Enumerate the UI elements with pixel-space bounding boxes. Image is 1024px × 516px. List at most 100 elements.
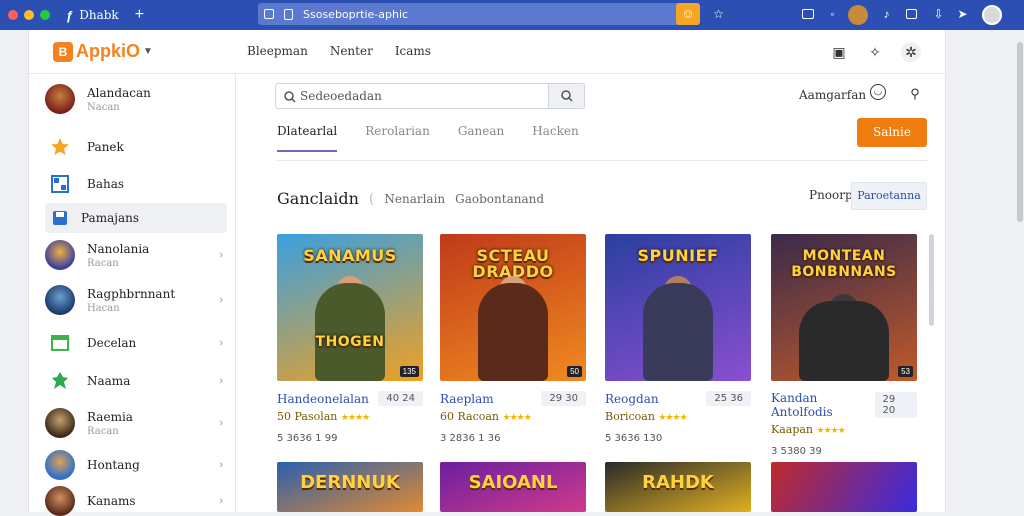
url-text[interactable]: Ssoseboprtie-aphic xyxy=(303,8,408,21)
tab-1[interactable]: Dlatearlal xyxy=(277,124,338,152)
sidebar-item-9[interactable]: Raemia Racan › xyxy=(45,408,227,438)
user-icon[interactable]: ⚲ xyxy=(905,84,925,104)
star-icon xyxy=(49,136,71,158)
sidebar-item-1[interactable]: Alandacan Nacan xyxy=(45,84,227,114)
game-card[interactable]: SCTEAU DRADDO 50 Raeplam 29 30 60 Racoan … xyxy=(440,234,586,444)
sidebar-item-3[interactable]: Bahas xyxy=(45,169,227,199)
sidebar-item-6[interactable]: Ragphbrnnant Hacan › xyxy=(45,285,227,315)
game-meta-text: Boricoan xyxy=(605,410,655,423)
game-card[interactable]: DERNNUK xyxy=(277,462,423,512)
character-figure xyxy=(478,283,548,381)
game-art[interactable]: SCTEAU DRADDO 50 xyxy=(440,234,586,381)
sort-label[interactable]: Pnoorp xyxy=(809,188,853,202)
settings-icon[interactable]: ✲ xyxy=(901,42,921,62)
send-icon[interactable]: ➤ xyxy=(956,8,969,21)
sidebar-item-label: Raemia xyxy=(87,409,133,424)
game-card[interactable] xyxy=(771,462,917,512)
sidebar-item-label: Ragphbrnnant xyxy=(87,286,176,301)
chevron-right-icon[interactable]: › xyxy=(219,417,223,429)
nav-item-1[interactable]: Bleepman xyxy=(247,44,308,58)
separator: ( xyxy=(368,190,375,207)
search-input[interactable]: Sedeoedadan xyxy=(275,83,585,109)
app-header: B AppkiO ▼ Bleepman Nenter Icams ▣ ✧ ✲ xyxy=(29,30,947,74)
page-scrollbar[interactable] xyxy=(1016,30,1024,512)
tab-2[interactable]: Rerolarian xyxy=(365,124,430,152)
sidebar-item-label: Decelan xyxy=(87,336,137,350)
tab-4[interactable]: Hacken xyxy=(532,124,578,152)
minimize-window-button[interactable] xyxy=(24,10,34,20)
screen-icon[interactable] xyxy=(802,9,814,19)
scrollbar-thumb[interactable] xyxy=(1017,42,1023,222)
sidebar-item-2[interactable]: Panek xyxy=(45,132,227,162)
chevron-down-icon[interactable]: ▼ xyxy=(143,46,153,57)
extension-avatar[interactable] xyxy=(848,5,868,25)
game-card[interactable]: RAHDK xyxy=(605,462,751,512)
sidebar-item-4[interactable]: Pamajans xyxy=(45,203,227,233)
search-button[interactable] xyxy=(548,84,584,108)
section-filter-1[interactable]: Nenarlain xyxy=(384,192,445,206)
avatar xyxy=(45,285,75,315)
section-filter-2[interactable]: Gaobontanand xyxy=(455,192,544,206)
sidebar-item-label: Nanolania xyxy=(87,241,150,256)
game-art-title: SANAMUS xyxy=(303,246,397,265)
nav-item-3[interactable]: Icams xyxy=(395,44,431,58)
chevron-right-icon[interactable]: › xyxy=(219,337,223,349)
sidebar-item-7[interactable]: Decelan › xyxy=(45,328,227,358)
game-art-title: SAIOANL xyxy=(468,472,558,493)
notification-icon[interactable]: ◦ xyxy=(826,8,839,21)
chevron-right-icon[interactable]: › xyxy=(219,495,223,507)
extension-icon[interactable]: ☺ xyxy=(676,3,700,25)
sidebar-item-8[interactable]: Naama › xyxy=(45,366,227,396)
chevron-right-icon[interactable]: › xyxy=(219,375,223,387)
game-name[interactable]: Kandan Antolfodis xyxy=(771,391,875,419)
game-art-title: MONTEAN BONBNNANS xyxy=(791,248,897,280)
download-icon[interactable]: ⇩ xyxy=(932,8,945,21)
game-name-row: Reogdan 25 36 xyxy=(605,391,751,406)
game-art-title: DERNNUK xyxy=(300,472,400,493)
star-icon[interactable]: ✧ xyxy=(865,42,885,62)
game-card[interactable]: SAIOANL xyxy=(440,462,586,512)
maximize-window-button[interactable] xyxy=(40,10,50,20)
tab-3[interactable]: Ganean xyxy=(458,124,504,152)
game-name[interactable]: Handeonelalan xyxy=(277,392,369,406)
game-name[interactable]: Reogdan xyxy=(605,392,659,406)
app-logo[interactable]: B AppkiO ▼ xyxy=(53,41,153,62)
game-art[interactable]: SPUNIEF xyxy=(605,234,751,381)
chevron-right-icon[interactable]: › xyxy=(219,459,223,471)
game-name-row: Raeplam 29 30 xyxy=(440,391,586,406)
chevron-right-icon[interactable]: › xyxy=(219,249,223,261)
bookmark-star-icon[interactable]: ☆ xyxy=(712,8,725,21)
sidebar-item-label: Panek xyxy=(87,140,124,154)
game-card[interactable]: SPUNIEF Reogdan 25 36 Boricoan ★★★★ 5 363… xyxy=(605,234,751,444)
game-card[interactable]: MONTEAN BONBNNANS 53 Kandan Antolfodis 29… xyxy=(771,234,917,457)
search-icon xyxy=(284,90,296,108)
nav-item-2[interactable]: Nenter xyxy=(330,44,373,58)
new-tab-button[interactable]: + xyxy=(135,6,144,24)
save-icon[interactable]: ▣ xyxy=(829,42,849,62)
sidebar-item-5[interactable]: Nanolania Racan › xyxy=(45,240,227,270)
game-count: 5 3636 130 xyxy=(605,433,663,444)
chevron-right-icon[interactable]: › xyxy=(219,294,223,306)
game-art[interactable]: SANAMUS THOGEN 135 xyxy=(277,234,423,381)
manager-label[interactable]: Aamgarfan xyxy=(799,88,866,102)
window-icon[interactable] xyxy=(906,9,917,19)
browser-tab-title[interactable]: Dhabk xyxy=(79,8,118,22)
rating-stars-icon: ★★★★ xyxy=(340,413,370,423)
window-controls xyxy=(8,10,50,20)
game-name[interactable]: Raeplam xyxy=(440,392,494,406)
game-art[interactable]: MONTEAN BONBNNANS 53 xyxy=(771,234,917,381)
game-price: 25 36 xyxy=(706,391,751,406)
primary-action-button[interactable]: Salnie xyxy=(857,118,927,147)
sidebar-item-10[interactable]: Hontang › xyxy=(45,450,227,480)
tab-overview-icon[interactable] xyxy=(264,9,274,19)
profile-avatar[interactable] xyxy=(982,5,1002,25)
close-window-button[interactable] xyxy=(8,10,18,20)
content-scrollbar[interactable] xyxy=(929,234,934,326)
bell-icon[interactable]: ♪ xyxy=(880,8,893,21)
game-card[interactable]: SANAMUS THOGEN 135 Handeonelalan 40 24 50… xyxy=(277,234,423,444)
game-price: 29 30 xyxy=(541,391,586,406)
address-bar[interactable]: Ssoseboprtie-aphic xyxy=(258,3,698,25)
avatar xyxy=(45,240,75,270)
emoji-icon[interactable]: ◡ xyxy=(870,84,886,100)
filter-button[interactable]: Paroetanna xyxy=(851,182,927,210)
